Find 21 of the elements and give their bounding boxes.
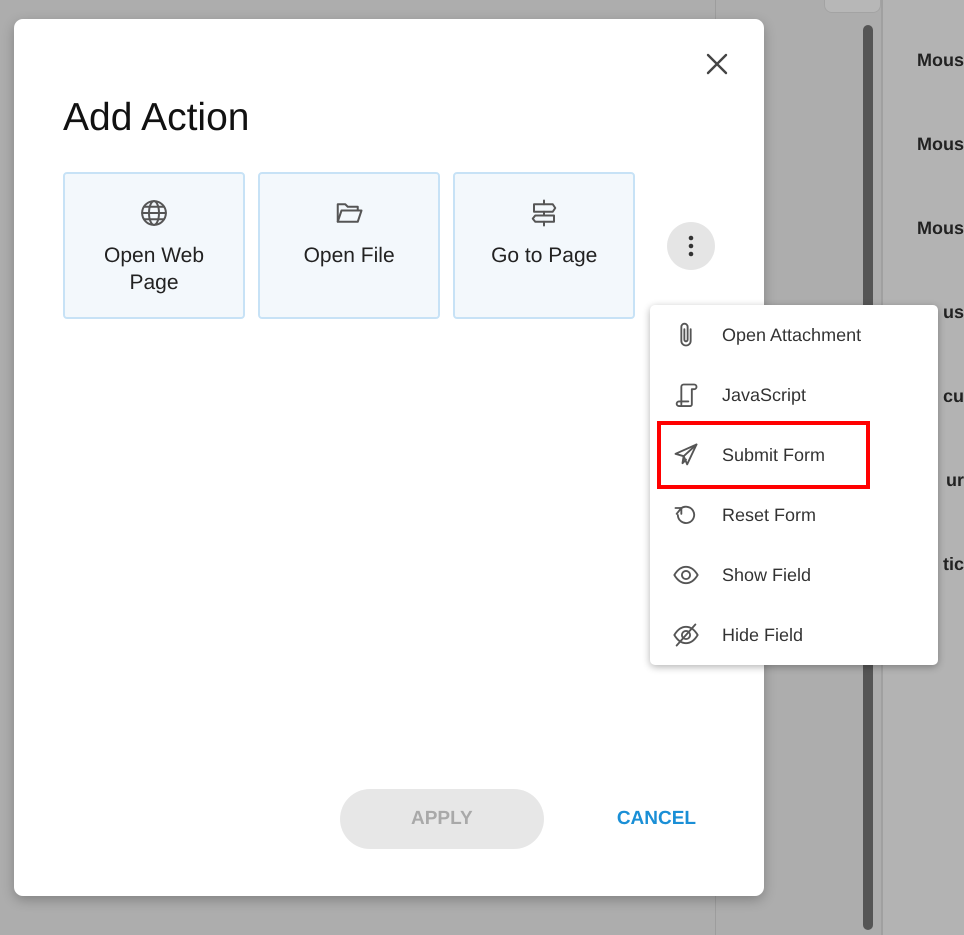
panel-label: Mous: [917, 218, 964, 238]
panel-label: cu: [942, 386, 964, 406]
menu-item[interactable]: Show Field: [650, 545, 938, 605]
globe-icon: [139, 198, 170, 228]
panel-label: Mous: [917, 134, 964, 154]
action-card[interactable]: Open File: [258, 172, 440, 319]
card-label: Open Web Page: [103, 243, 206, 296]
hidden-eye-icon: [672, 621, 700, 649]
panel-label: tic: [942, 554, 964, 574]
card-label: Go to Page: [491, 243, 598, 269]
card-label: Open File: [304, 243, 395, 269]
menu-item[interactable]: Hide Field: [650, 605, 938, 665]
cancel-button[interactable]: CANCEL: [608, 789, 704, 849]
action-card[interactable]: Open Web Page: [63, 172, 246, 319]
panel-label: ur: [946, 470, 964, 490]
panel-label: us: [942, 302, 964, 322]
action-card[interactable]: Go to Page: [453, 172, 636, 319]
menu-item[interactable]: Open Attachment: [650, 305, 938, 365]
dialog-title: Add Action: [63, 95, 250, 141]
more-icon[interactable]: [667, 222, 715, 270]
panel-label: Mous: [917, 50, 964, 70]
